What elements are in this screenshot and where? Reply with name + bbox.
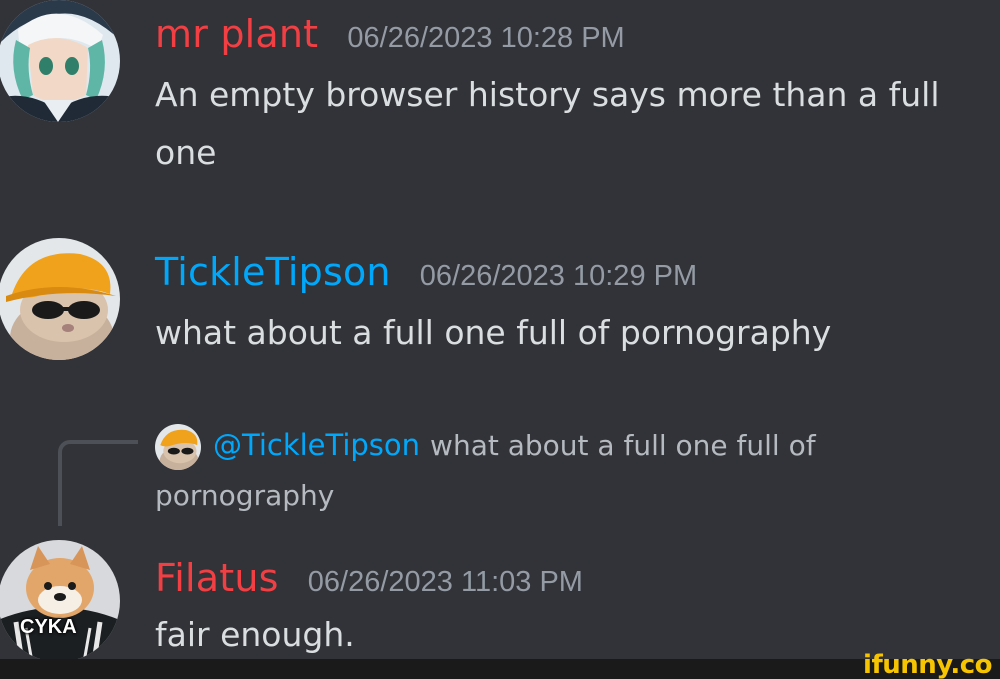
message-content: fair enough. — [155, 606, 355, 664]
message-line: what about a full one full of pornograph… — [155, 313, 832, 352]
username[interactable]: mr plant — [155, 12, 318, 56]
message-content: what about a full one full of pornograph… — [155, 304, 831, 362]
message-header: Filatus 06/26/2023 11:03 PM — [155, 556, 583, 600]
reply-avatar — [155, 424, 201, 470]
cat-in-hat-avatar-icon — [155, 424, 201, 470]
reply-mention[interactable]: @TickleTipson — [213, 428, 420, 462]
avatar-mr-plant[interactable] — [0, 0, 120, 122]
anime-character-avatar-icon — [0, 0, 120, 122]
username[interactable]: Filatus — [155, 556, 279, 600]
watermark-logo: ifunny.co — [863, 650, 992, 679]
bottom-bar — [0, 659, 1000, 679]
timestamp: 06/26/2023 11:03 PM — [307, 566, 583, 598]
reply-text-continued: pornography — [155, 479, 335, 512]
avatar-caption: CYKA — [20, 616, 77, 638]
username[interactable]: TickleTipson — [155, 250, 391, 294]
message-header: mr plant 06/26/2023 10:28 PM — [155, 12, 625, 56]
reply-preview[interactable]: @TickleTipson what about a full one full … — [155, 420, 915, 521]
message-header: TickleTipson 06/26/2023 10:29 PM — [155, 250, 697, 294]
avatar-filatus[interactable] — [0, 540, 120, 662]
avatar-tickletipson[interactable] — [0, 238, 120, 360]
message-line: An empty browser history says more than … — [155, 75, 940, 114]
reply-connector — [58, 440, 138, 526]
message-line: one — [155, 133, 217, 172]
timestamp: 06/26/2023 10:29 PM — [419, 260, 698, 292]
timestamp: 06/26/2023 10:28 PM — [347, 22, 625, 54]
dog-in-tracksuit-avatar-icon — [0, 540, 120, 662]
message-content: An empty browser history says more than … — [155, 66, 940, 182]
cat-in-hat-avatar-icon — [0, 238, 120, 360]
reply-text: what about a full one full of — [430, 429, 816, 462]
message-line: fair enough. — [155, 615, 355, 654]
